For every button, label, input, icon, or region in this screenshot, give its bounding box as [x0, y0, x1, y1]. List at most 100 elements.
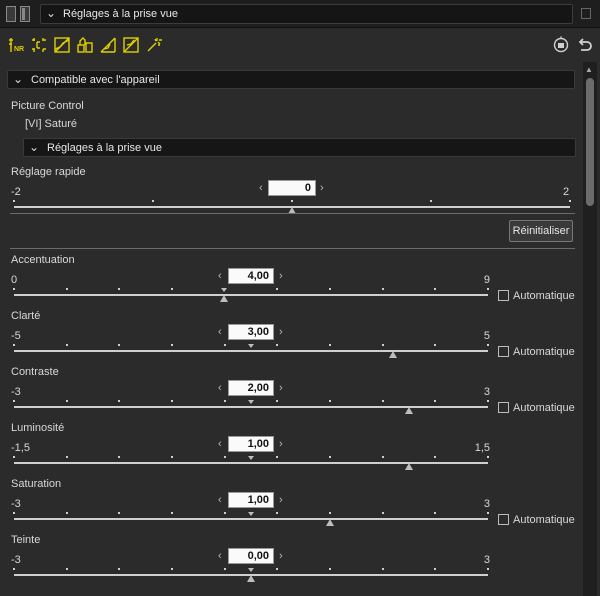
contraste-tick [381, 400, 384, 402]
quick-decrease-arrow-icon[interactable]: ‹ [259, 182, 263, 194]
accentuation-max: 9 [483, 274, 490, 286]
luminosite-default-marker [248, 456, 254, 460]
section-compatible-header[interactable]: ⌄ Compatible avec l'appareil [7, 70, 575, 89]
subsection-title: Réglages à la prise vue [47, 142, 162, 154]
crop-icon[interactable] [31, 37, 47, 53]
teinte-label: Teinte [11, 534, 41, 546]
contraste-tick [65, 400, 68, 402]
clarte-tick [276, 344, 279, 346]
clarte-tick [381, 344, 384, 346]
clarte-tick [171, 344, 173, 346]
contraste-auto-label: Automatique [513, 402, 575, 414]
saturation-tick [276, 512, 279, 514]
luminosite-tick [276, 456, 279, 458]
luminosite-max: 1,5 [474, 442, 490, 454]
accentuation-tick [381, 288, 384, 290]
quick-adjust-tick [13, 200, 15, 202]
contraste-tick [434, 400, 437, 402]
accentuation-auto-label: Automatique [513, 290, 575, 302]
accentuation-tick [434, 288, 437, 290]
curve-icon[interactable] [100, 37, 116, 53]
saturation-tick [13, 512, 15, 514]
teinte-max: 3 [483, 554, 490, 566]
clarte-tick [65, 344, 68, 346]
teinte-tick [434, 568, 437, 570]
chevron-down-icon: ⌄ [13, 72, 24, 86]
subsection-shooting-header[interactable]: ⌄ Réglages à la prise vue [23, 138, 576, 157]
accentuation-tick [118, 288, 121, 290]
saturation-auto-checkbox[interactable] [498, 514, 509, 525]
quick-adjust-tick [152, 200, 154, 202]
contraste-max: 3 [483, 386, 490, 398]
teinte-slider-thumb[interactable] [247, 575, 255, 582]
teinte-default-marker [248, 568, 254, 572]
luminosite-tick [487, 456, 489, 458]
luminosite-slider-thumb[interactable] [404, 463, 413, 470]
saturation-slider-track[interactable] [14, 518, 488, 520]
saturation-tick [329, 512, 331, 514]
luminosite-tick [118, 456, 121, 458]
panel-icon[interactable] [6, 6, 16, 22]
teinte-tick [487, 568, 489, 570]
palette-dropdown-label: Réglages à la prise vue [63, 8, 178, 20]
clarte-slider-track[interactable] [14, 350, 488, 352]
clarte-tick [487, 344, 489, 346]
luminosite-tick [329, 456, 331, 458]
quick-increase-arrow-icon[interactable]: › [320, 182, 324, 194]
color-icon[interactable] [77, 37, 93, 53]
quick-adjust-label: Réglage rapide [11, 166, 86, 178]
contraste-slider-thumb[interactable] [404, 407, 413, 414]
levels-icon[interactable] [54, 37, 70, 53]
toolbar: NR [0, 29, 600, 59]
magic-wand-icon[interactable] [146, 37, 162, 53]
scroll-up-arrow-icon[interactable]: ▲ [585, 65, 593, 74]
teinte-tick [13, 568, 15, 570]
saturation-tick [223, 512, 226, 514]
noise-reduction-icon[interactable]: NR [8, 37, 24, 53]
scroll-thumb[interactable] [586, 78, 594, 206]
clarte-label: Clarté [11, 310, 41, 322]
accentuation-slider-track[interactable] [14, 294, 488, 296]
camera-reset-icon[interactable] [552, 36, 570, 54]
clarte-tick [13, 344, 15, 346]
divider [10, 213, 575, 214]
teinte-tick [65, 568, 68, 570]
tone-icon[interactable] [123, 37, 139, 53]
contraste-slider-track[interactable] [14, 406, 488, 408]
undo-icon[interactable] [575, 36, 593, 54]
divider [10, 248, 575, 249]
clarte-auto-checkbox[interactable] [498, 346, 509, 357]
section-title: Compatible avec l'appareil [31, 74, 160, 86]
teinte-tick [276, 568, 279, 570]
clarte-tick [223, 344, 226, 346]
vertical-scrollbar[interactable]: ▲ [583, 62, 597, 596]
accentuation-auto-checkbox[interactable] [498, 290, 509, 301]
contraste-auto-checkbox[interactable] [498, 402, 509, 413]
saturation-tick [434, 512, 437, 514]
luminosite-tick [434, 456, 437, 458]
reset-button[interactable]: Réinitialiser [509, 220, 573, 242]
settings-panel: ⌄ Compatible avec l'appareil Picture Con… [0, 60, 582, 596]
saturation-tick [381, 512, 384, 514]
saturation-max: 3 [483, 498, 490, 510]
contraste-tick [13, 400, 15, 402]
palette-dropdown[interactable]: ⌄ Réglages à la prise vue [40, 4, 573, 24]
accentuation-slider-thumb[interactable] [220, 295, 229, 302]
accentuation-tick [329, 288, 331, 290]
clarte-slider-thumb[interactable] [389, 351, 398, 358]
saturation-tick [171, 512, 173, 514]
clarte-max: 5 [483, 330, 490, 342]
saturation-slider-thumb[interactable] [326, 519, 335, 526]
teinte-tick [381, 568, 384, 570]
luminosite-label: Luminosité [11, 422, 65, 434]
luminosite-tick [171, 456, 173, 458]
clarte-tick [329, 344, 331, 346]
contraste-default-marker [248, 400, 254, 404]
luminosite-slider-track[interactable] [14, 462, 488, 464]
quick-adjust-value[interactable]: 0 [268, 180, 316, 196]
checkbox-icon[interactable] [581, 8, 591, 19]
title-bar: ⌄ Réglages à la prise vue [0, 0, 600, 28]
contraste-tick [329, 400, 331, 402]
contraste-tick [276, 400, 279, 402]
split-panel-icon[interactable] [20, 6, 30, 22]
